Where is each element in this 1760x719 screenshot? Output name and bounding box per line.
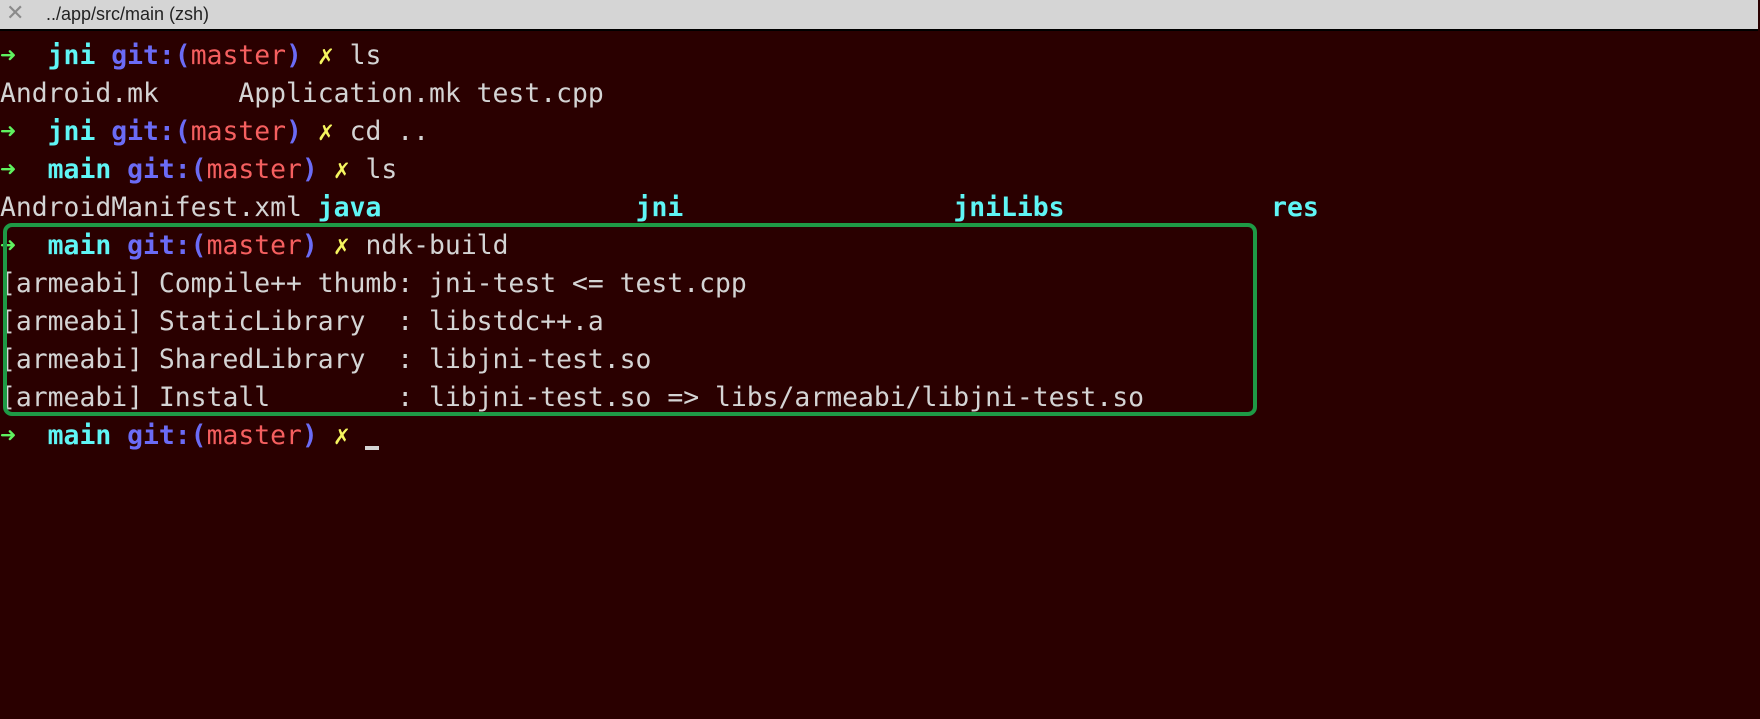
prompt-branch: master (190, 116, 287, 147)
directory-entry: jni (635, 192, 954, 223)
dirty-icon: ✗ (333, 154, 350, 185)
command: ls (365, 154, 398, 185)
output-line: AndroidManifest.xml java jni jniLibs res (0, 189, 1319, 227)
prompt-git: git:( (111, 40, 191, 71)
terminal[interactable]: ➜ jni git:(master) ✗ ls Android.mk Applic… (0, 33, 1758, 719)
dirty-icon: ✗ (317, 40, 334, 71)
prompt-branch: master (206, 154, 302, 185)
dirty-icon: ✗ (333, 420, 350, 451)
prompt-git-close: ) (301, 420, 318, 451)
prompt-line: ➜ jni git:(master) ✗ cd .. (0, 113, 1319, 151)
directory-entry: jniLibs (953, 192, 1272, 223)
highlight-box (3, 223, 1257, 416)
prompt-dir: jni (47, 40, 96, 71)
prompt-line: ➜ main git:(master) ✗ (0, 417, 1319, 455)
command: ls (349, 40, 382, 71)
prompt-git-close: ) (286, 40, 302, 71)
prompt-arrow-icon: ➜ (0, 154, 16, 185)
prompt-git-close: ) (286, 116, 302, 147)
dirty-icon: ✗ (317, 116, 334, 147)
prompt-git-close: ) (301, 154, 318, 185)
output-line: Android.mk Application.mk test.cpp (0, 75, 1319, 113)
prompt-dir: main (47, 154, 112, 185)
prompt-git: git:( (127, 420, 207, 451)
close-icon[interactable]: ✕ (6, 1, 24, 27)
prompt-git: git:( (127, 154, 207, 185)
cursor (365, 446, 380, 450)
window-title: ../app/src/main (zsh) (46, 4, 210, 24)
prompt-dir: main (47, 420, 112, 451)
output-text: AndroidManifest.xml (0, 192, 318, 223)
title-bar: ✕ ../app/src/main (zsh) (0, 0, 1758, 31)
prompt-branch: master (190, 40, 287, 71)
prompt-arrow-icon: ➜ (0, 420, 16, 451)
directory-entry: java (317, 192, 636, 223)
prompt-dir: jni (47, 116, 96, 147)
prompt-arrow-icon: ➜ (0, 116, 16, 147)
prompt-branch: master (206, 420, 302, 451)
command: cd .. (349, 116, 430, 147)
directory-entry: res (1271, 192, 1319, 223)
prompt-line: ➜ main git:(master) ✗ ls (0, 151, 1319, 189)
prompt-git: git:( (111, 116, 191, 147)
output-text: Android.mk Application.mk test.cpp (0, 78, 604, 109)
prompt-arrow-icon: ➜ (0, 40, 16, 71)
prompt-line: ➜ jni git:(master) ✗ ls (0, 37, 1319, 75)
